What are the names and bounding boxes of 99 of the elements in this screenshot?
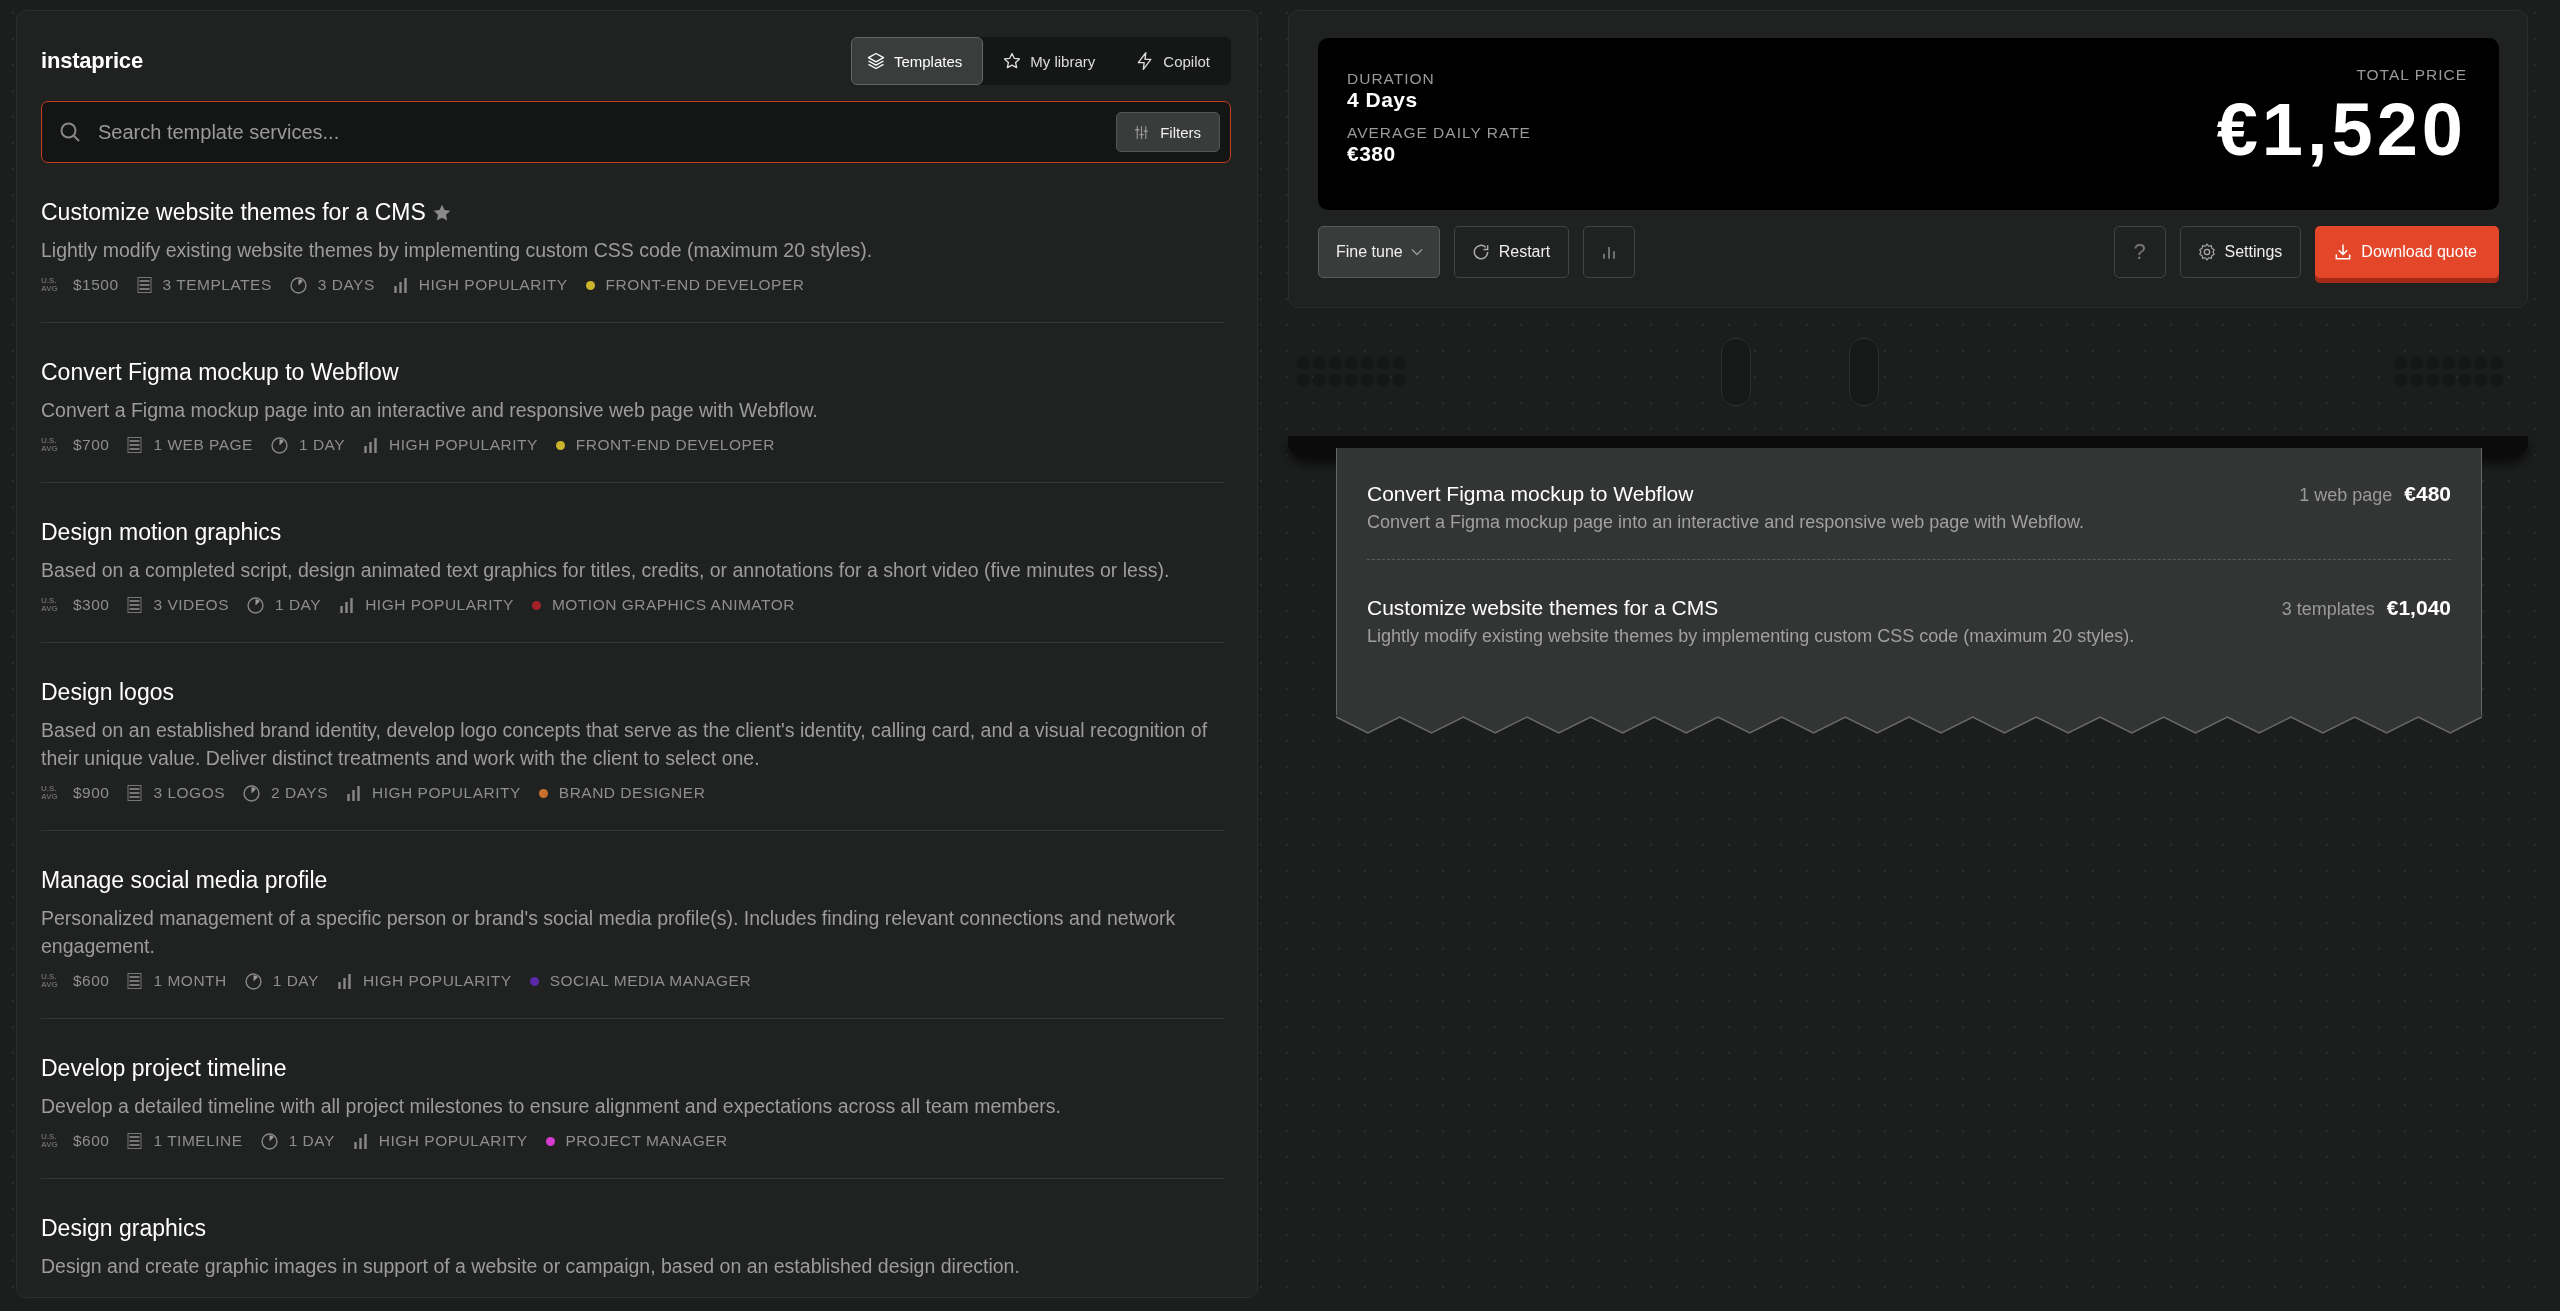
price-label: U.S. AVG (41, 1133, 59, 1149)
template-title[interactable]: Design motion graphics (41, 519, 282, 546)
template-title[interactable]: Manage social media profile (41, 867, 328, 894)
bar-chart-icon (352, 1133, 368, 1149)
line-item-description: Convert a Figma mockup page into an interactive and responsive web page with Webflow. (1367, 512, 2086, 533)
price: $700 (73, 436, 110, 454)
price-label: U.S. AVG (41, 597, 59, 613)
role: SOCIAL MEDIA MANAGER (549, 972, 752, 990)
duration-value: 4 Days (1347, 88, 1419, 112)
bar-chart-icon (392, 277, 408, 293)
popularity: HIGH POPULARITY (389, 436, 538, 454)
list-icon (127, 1133, 143, 1149)
list-icon (127, 785, 143, 801)
price-label: U.S. AVG (41, 437, 59, 453)
line-item-price: €1,040 (2386, 596, 2451, 620)
price: $300 (73, 596, 110, 614)
chart-button[interactable] (1583, 226, 1636, 278)
price-label: U.S. AVG (41, 973, 59, 989)
bar-chart-icon (346, 785, 362, 801)
rate-value: €380 (1347, 142, 1397, 166)
chevron-down-icon (1410, 248, 1423, 256)
duration: 3 DAYS (317, 276, 375, 294)
price-label: U.S. AVG (41, 277, 59, 293)
clock-icon (260, 1132, 278, 1150)
clock-icon (270, 436, 288, 454)
deliverable: 1 WEB PAGE (153, 436, 253, 454)
total-price-value: €1,520 (2216, 90, 2467, 170)
role: FRONT-END DEVELOPER (605, 276, 805, 294)
fine-tune-dropdown[interactable]: Fine tune (1318, 226, 1440, 278)
popularity: HIGH POPULARITY (362, 972, 512, 990)
price: $1500 (73, 276, 119, 294)
filters-button[interactable]: Filters (1116, 112, 1220, 152)
star-icon (1002, 51, 1023, 71)
list-icon (127, 597, 143, 613)
duration: 1 DAY (298, 436, 346, 454)
duration: 1 DAY (275, 596, 322, 614)
line-item-title: Customize website themes for a CMS (1367, 596, 1719, 620)
list-icon (127, 973, 143, 989)
deliverable: 1 MONTH (153, 972, 227, 990)
template-description: Personalized management of a specific person or brand's social media profile(s). Includes finding relevant connections and network engagement. (41, 906, 1177, 959)
line-item-title: Convert Figma mockup to Webflow (1367, 482, 1694, 506)
tab[interactable]: My library (987, 37, 1117, 85)
template-description: Convert a Figma mockup page into an interactive and responsive web page with Webflow. (41, 398, 819, 423)
price: $900 (73, 784, 110, 802)
duration-label: DURATION (1347, 70, 1436, 88)
tab[interactable]: Copilot (1120, 37, 1231, 85)
clock-icon (244, 972, 262, 990)
bar-chart-icon (363, 437, 379, 453)
template-title[interactable]: Design logos (41, 679, 174, 706)
template-description: Develop a detailed timeline with all project milestones to ensure alignment and expectations across all team members. (41, 1094, 1062, 1119)
duration: 1 DAY (272, 972, 319, 990)
duration: 2 DAYS (271, 784, 329, 802)
template-description: Based on an established brand identity, develop logo concepts that serve as the client's identity, calling card, and a visual recognition of their unique value. Deliver distinct treatments and work with the client to select one. (41, 718, 1209, 771)
settings-icon (2196, 242, 2217, 262)
template-title[interactable]: Develop project timeline (41, 1055, 287, 1082)
clock-icon (247, 596, 264, 614)
line-item-price: €480 (2404, 482, 2451, 506)
list-icon (127, 437, 143, 453)
rate-label: AVERAGE DAILY RATE (1347, 124, 1531, 142)
popularity: HIGH POPULARITY (365, 596, 514, 614)
template-title[interactable]: Design graphics (41, 1215, 206, 1242)
deliverable: 3 LOGOS (153, 784, 226, 802)
bar-chart-icon (336, 973, 352, 989)
restart-button[interactable]: Restart (1453, 226, 1570, 278)
template-title[interactable]: Convert Figma mockup to Webflow (41, 359, 399, 386)
popularity: HIGH POPULARITY (378, 1132, 528, 1150)
help-button[interactable]: ? (2113, 226, 2166, 278)
deliverable: 3 TEMPLATES (162, 276, 272, 294)
layers-icon (865, 51, 886, 71)
bar-chart-icon (339, 597, 355, 613)
template-description: Design and create graphic images in support of a website or campaign, based on an established design direction. (41, 1254, 1021, 1279)
app-logo: instaprice (41, 48, 143, 74)
search-icon (58, 120, 82, 144)
list-icon (136, 277, 152, 293)
line-item-description: Lightly modify existing website themes by implementing custom CSS code (maximum 20 styles). (1367, 626, 2136, 647)
popularity: HIGH POPULARITY (372, 784, 521, 802)
deliverable: 3 VIDEOS (153, 596, 229, 614)
deliverable: 1 TIMELINE (153, 1132, 243, 1150)
price-label: U.S. AVG (41, 785, 59, 801)
popularity: HIGH POPULARITY (418, 276, 568, 294)
total-price-label: TOTAL PRICE (2356, 66, 2467, 84)
template-description: Based on a completed script, design animated text graphics for titles, credits, or annotations for a short video (five minutes or less). (41, 558, 1171, 583)
role: MOTION GRAPHICS ANIMATOR (551, 596, 795, 614)
role: PROJECT MANAGER (565, 1132, 728, 1150)
tab[interactable]: Templates (850, 37, 984, 85)
price: $600 (73, 972, 110, 990)
line-item-quantity: 1 web page (2299, 485, 2393, 506)
settings-button[interactable]: Settings (2179, 226, 2302, 278)
template-title[interactable]: Customize website themes for a CMS (41, 199, 426, 226)
clock-icon (289, 276, 307, 294)
role: FRONT-END DEVELOPER (575, 436, 775, 454)
clock-icon (243, 784, 261, 802)
line-item-quantity: 3 templates (2281, 599, 2375, 620)
sliders-icon (1133, 123, 1151, 141)
duration: 1 DAY (288, 1132, 335, 1150)
price: $600 (73, 1132, 110, 1150)
template-description: Lightly modify existing website themes by implementing custom CSS code (maximum 20 styles). (41, 238, 874, 263)
role: BRAND DESIGNER (558, 784, 706, 802)
search-field[interactable]: Search template services... Filters (41, 101, 1231, 163)
